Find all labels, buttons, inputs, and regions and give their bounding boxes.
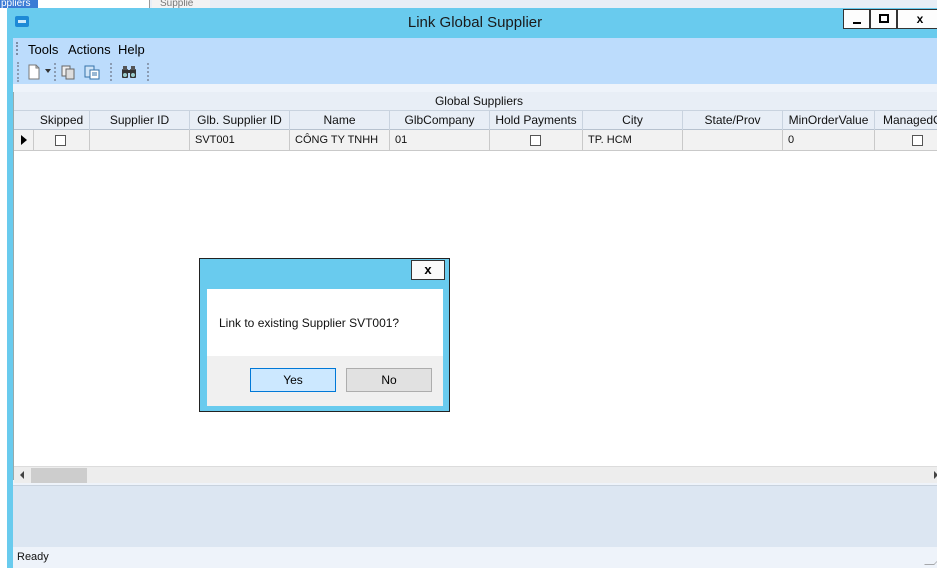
cell-min-order-value[interactable]: 0 (783, 130, 875, 151)
skipped-checkbox[interactable] (55, 135, 66, 146)
background-pane (38, 0, 150, 8)
background-tab-suppliers[interactable]: ppliers (0, 0, 38, 8)
toolbar-separator (147, 63, 149, 81)
minimize-button[interactable] (843, 9, 870, 29)
column-header-min-order-value[interactable]: MinOrderValue (783, 111, 875, 130)
column-header-state-prov[interactable]: State/Prov (683, 111, 783, 130)
paste-icon[interactable] (84, 64, 100, 80)
cell-name[interactable]: CÔNG TY TNHH (290, 130, 390, 151)
managed-checkbox[interactable] (912, 135, 923, 146)
no-button[interactable]: No (346, 368, 432, 392)
column-header-city[interactable]: City (583, 111, 683, 130)
status-text: Ready (17, 551, 49, 563)
column-header-skipped[interactable]: Skipped (34, 111, 90, 130)
dropdown-caret-icon[interactable] (45, 69, 51, 73)
global-suppliers-panel: Global Suppliers Skipped Supplier ID Glb… (13, 92, 937, 483)
lower-panel (13, 485, 937, 547)
window-title: Link Global Supplier (407, 14, 543, 31)
menu-tools[interactable]: Tools (28, 42, 58, 57)
hold-payments-checkbox[interactable] (530, 135, 541, 146)
column-header-hold-payments[interactable]: Hold Payments (490, 111, 583, 130)
status-bar: Ready (13, 547, 937, 568)
link-global-supplier-window: Link Global Supplier x Tools Actions Hel… (7, 8, 937, 568)
copy-icon[interactable] (60, 64, 76, 80)
toolbar-grip[interactable] (17, 62, 19, 82)
cell-city[interactable]: TP. HCM (583, 130, 683, 151)
cell-managed (875, 130, 937, 151)
resize-grip-icon[interactable] (924, 555, 937, 565)
menu-help[interactable]: Help (118, 42, 145, 57)
dialog-button-bar: Yes No (207, 356, 443, 406)
toolbar-separator (54, 63, 56, 81)
close-icon: x (916, 12, 924, 26)
menu-actions[interactable]: Actions (68, 42, 111, 57)
background-tab-supplier[interactable]: Supplie (152, 0, 210, 8)
table-row[interactable]: SVT001 CÔNG TY TNHH 01 TP. HCM 0 (14, 130, 937, 151)
grid-header-row: Skipped Supplier ID Glb. Supplier ID Nam… (14, 111, 937, 130)
cell-glb-supplier-id[interactable]: SVT001 (190, 130, 290, 151)
confirm-dialog: x Link to existing Supplier SVT001? Yes … (199, 258, 450, 412)
toolbar (13, 60, 937, 84)
yes-button[interactable]: Yes (250, 368, 336, 392)
column-header-glb-company[interactable]: GlbCompany (390, 111, 490, 130)
cell-skipped (34, 130, 90, 151)
scroll-left-icon[interactable] (14, 467, 31, 484)
window-client-area: Tools Actions Help Global Suppliers Skip… (13, 38, 937, 568)
minimize-icon (852, 22, 861, 24)
title-bar[interactable]: Link Global Supplier x (7, 8, 937, 38)
find-binoculars-icon[interactable] (121, 64, 137, 80)
cell-hold-payments (490, 130, 583, 151)
horizontal-scrollbar[interactable] (14, 466, 937, 483)
maximize-icon (878, 14, 889, 23)
cell-state-prov[interactable] (683, 130, 783, 151)
screen: ppliers Supplie Link Global Supplier x T… (0, 0, 937, 570)
menu-grip[interactable] (16, 42, 18, 55)
scroll-right-icon[interactable] (927, 467, 937, 484)
cell-supplier-id[interactable] (90, 130, 190, 151)
close-button[interactable]: x (897, 9, 937, 29)
dialog-message: Link to existing Supplier SVT001? (219, 316, 400, 330)
cell-glb-company[interactable]: 01 (390, 130, 490, 151)
scrollbar-thumb[interactable] (31, 468, 87, 483)
background-window: ppliers Supplie (0, 0, 937, 8)
grid-caption: Global Suppliers (14, 92, 937, 111)
dialog-body: Link to existing Supplier SVT001? Yes No (207, 289, 443, 406)
column-header-glb-supplier-id[interactable]: Glb. Supplier ID (190, 111, 290, 130)
row-selector-arrow-icon[interactable] (14, 130, 34, 151)
toolbar-separator (110, 63, 112, 81)
maximize-button[interactable] (870, 9, 897, 29)
dialog-close-button[interactable]: x (411, 260, 445, 280)
column-header-managed[interactable]: ManagedC (875, 111, 937, 130)
column-header-name[interactable]: Name (290, 111, 390, 130)
new-document-icon[interactable] (26, 64, 42, 80)
menu-bar: Tools Actions Help (13, 38, 937, 60)
column-header-supplier-id[interactable]: Supplier ID (90, 111, 190, 130)
close-icon: x (424, 262, 432, 277)
